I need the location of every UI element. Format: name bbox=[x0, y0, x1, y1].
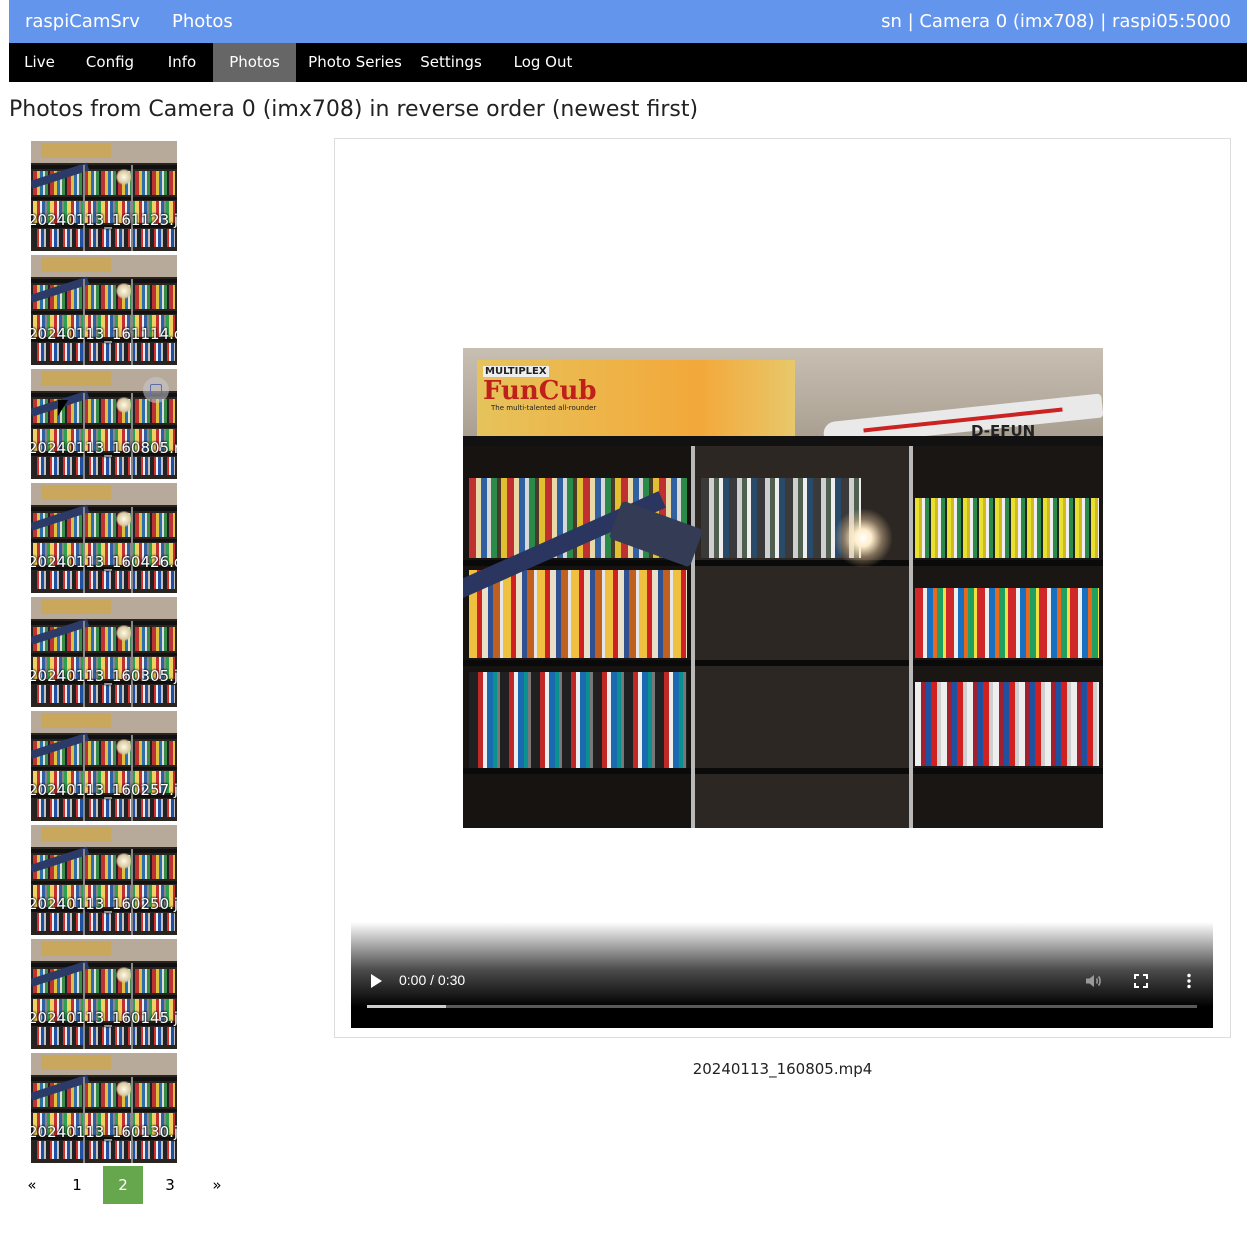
thumbnail-label: 20240113_160145.jpg bbox=[31, 1009, 177, 1027]
current-filename: 20240113_160805.mp4 bbox=[692, 1060, 873, 1078]
thumbnail-label: 20240113_161123.jpg bbox=[31, 211, 177, 229]
main-nav: Live Config Info Photos Photo Series Set… bbox=[9, 43, 1247, 82]
page-title: Photos from Camera 0 (imx708) in reverse… bbox=[9, 97, 699, 122]
thumbnail-label: 20240113_160130.jpg bbox=[31, 1123, 177, 1141]
nav-log-out[interactable]: Log Out bbox=[503, 43, 583, 82]
thumbnail[interactable]: 20240113_161114.dng bbox=[31, 255, 177, 365]
thumbnail[interactable]: 20240113_160145.jpg bbox=[31, 939, 177, 1049]
thumbnail-selected[interactable]: 20240113_160805.mp4 bbox=[31, 369, 177, 479]
thumbnail-label: 20240113_160250.jpg bbox=[31, 895, 177, 913]
nav-settings[interactable]: Settings bbox=[412, 43, 490, 82]
pagination-next[interactable]: » bbox=[197, 1166, 237, 1204]
pagination-page-2[interactable]: 2 bbox=[103, 1166, 143, 1204]
pagination-prev[interactable]: « bbox=[12, 1166, 52, 1204]
thumbnail-label: 20240113_160805.mp4 bbox=[31, 439, 177, 457]
video-progress-bar[interactable] bbox=[367, 1005, 1197, 1008]
mouse-cursor-icon bbox=[58, 400, 68, 416]
fullscreen-icon[interactable] bbox=[1132, 972, 1150, 990]
nav-photos[interactable]: Photos bbox=[213, 43, 296, 82]
thumbnail[interactable]: 20240113_161123.jpg bbox=[31, 141, 177, 251]
nav-config[interactable]: Config bbox=[70, 43, 150, 82]
thumbnail[interactable]: 20240113_160305.jpg bbox=[31, 597, 177, 707]
thumbnail-label: 20240113_160426.dng bbox=[31, 553, 177, 571]
thumbnail-label: 20240113_160257.jpg bbox=[31, 781, 177, 799]
thumbnail[interactable]: 20240113_160250.jpg bbox=[31, 825, 177, 935]
play-icon[interactable] bbox=[371, 974, 382, 988]
page-name: Photos bbox=[172, 11, 233, 32]
thumbnail[interactable]: 20240113_160130.jpg bbox=[31, 1053, 177, 1163]
thumbnail-label: 20240113_160305.jpg bbox=[31, 667, 177, 685]
box-title: FunCub bbox=[483, 376, 597, 406]
thumbnail-label: 20240113_161114.dng bbox=[31, 325, 177, 343]
volume-icon[interactable] bbox=[1084, 972, 1102, 990]
thumbnail[interactable]: 20240113_160426.dng bbox=[31, 483, 177, 593]
video-time: 0:00 / 0:30 bbox=[399, 972, 466, 988]
video-buffered-bar bbox=[367, 1005, 446, 1008]
nav-info[interactable]: Info bbox=[150, 43, 214, 82]
pagination-page-3[interactable]: 3 bbox=[150, 1166, 190, 1204]
visual-search-icon[interactable] bbox=[143, 377, 169, 403]
nav-live[interactable]: Live bbox=[9, 43, 70, 82]
top-header-bar: raspiCamSrv Photos sn | Camera 0 (imx708… bbox=[9, 0, 1247, 43]
pagination-page-1[interactable]: 1 bbox=[57, 1166, 97, 1204]
nav-photo-series[interactable]: Photo Series bbox=[297, 43, 413, 82]
camera-status: sn | Camera 0 (imx708) | raspi05:5000 bbox=[881, 11, 1231, 32]
box-subtitle: The multi-talented all-rounder bbox=[491, 404, 597, 412]
more-options-icon[interactable] bbox=[1180, 972, 1198, 990]
video-frame: MULTIPLEX FunCub The multi-talented all-… bbox=[463, 348, 1103, 828]
thumbnail[interactable]: 20240113_160257.jpg bbox=[31, 711, 177, 821]
app-name: raspiCamSrv bbox=[25, 11, 140, 32]
